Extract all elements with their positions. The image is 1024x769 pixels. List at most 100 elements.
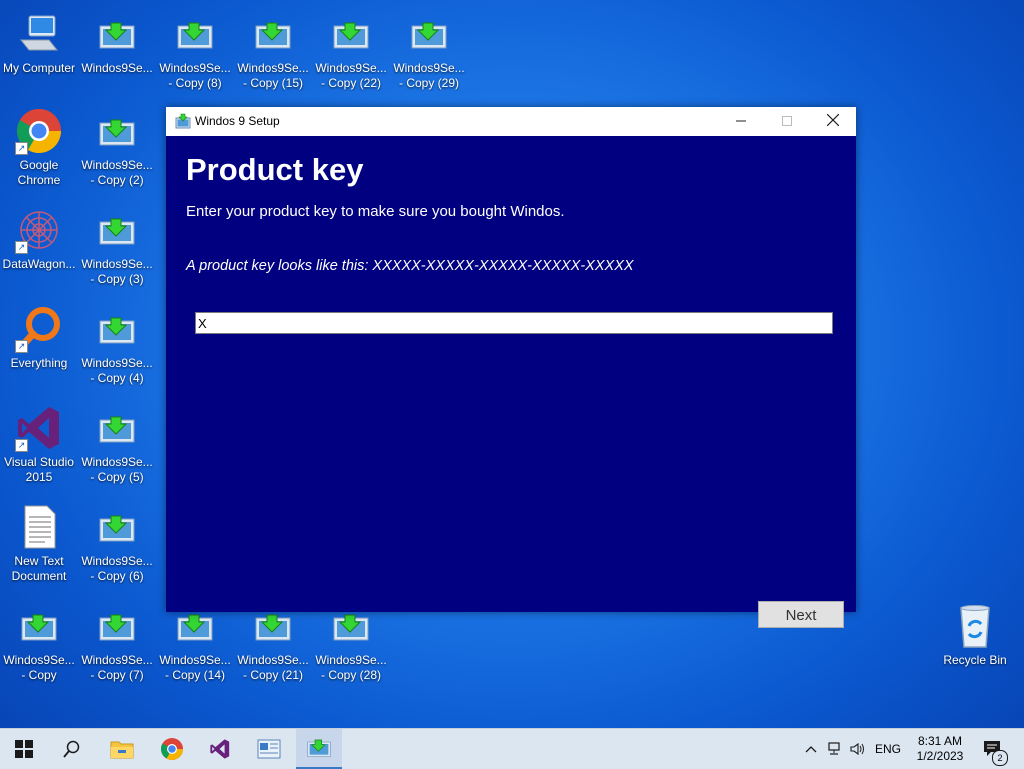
setup-icon xyxy=(93,206,141,254)
desktop-icon-windos9setup[interactable]: Windos9Se... xyxy=(79,10,155,76)
taskbar-file-explorer[interactable] xyxy=(100,729,144,769)
desktop-icon-visual-studio[interactable]: ↗ Visual Studio 2015 xyxy=(1,404,77,485)
desktop-icon-windos9setup-copy-5[interactable]: Windos9Se... - Copy (5) xyxy=(79,404,155,485)
desktop-icon-label: New Text Document xyxy=(11,554,67,583)
network-button[interactable] xyxy=(824,729,846,769)
everything-icon: ↗ xyxy=(15,305,63,353)
desktop-icon-windos9setup-copy[interactable]: Windos9Se... - Copy xyxy=(1,602,77,683)
product-key-hint: A product key looks like this: XXXXX-XXX… xyxy=(186,258,634,274)
window-titlebar[interactable]: Windos 9 Setup xyxy=(166,107,856,136)
taskbar-windos-setup[interactable] xyxy=(296,729,342,769)
start-button[interactable] xyxy=(2,729,46,769)
desktop-icon-label: Windos9Se... - Copy (15) xyxy=(237,61,309,90)
setup-icon xyxy=(93,602,141,650)
clock-date: 1/2/2023 xyxy=(916,749,964,763)
desktop-icon-windos9setup-copy-14[interactable]: Windos9Se... - Copy (14) xyxy=(157,602,233,683)
desktop-icon-windos9setup-copy-6[interactable]: Windos9Se... - Copy (6) xyxy=(79,503,155,584)
windows-logo-icon xyxy=(15,740,33,758)
setup-icon xyxy=(93,404,141,452)
input-language-indicator[interactable]: ENG xyxy=(871,729,905,769)
maximize-icon xyxy=(782,116,792,126)
volume-button[interactable] xyxy=(847,729,869,769)
chrome-icon xyxy=(161,738,183,760)
window-title: Windos 9 Setup xyxy=(195,114,280,128)
desktop-icon-windos9setup-copy-2[interactable]: Windos9Se... - Copy (2) xyxy=(79,107,155,188)
desktop-icon-label: Windos9Se... - Copy (6) xyxy=(81,554,153,583)
desktop-icon-windos9setup-copy-7[interactable]: Windos9Se... - Copy (7) xyxy=(79,602,155,683)
shortcut-arrow-icon: ↗ xyxy=(15,439,28,452)
recycle-bin-icon xyxy=(951,602,999,650)
desktop-icon-datawagon[interactable]: ↗ DataWagon... xyxy=(1,206,77,272)
desktop-icon-windos9setup-copy-3[interactable]: Windos9Se... - Copy (3) xyxy=(79,206,155,287)
next-button[interactable]: Next xyxy=(758,601,844,628)
clock[interactable]: 8:31 AM 1/2/2023 xyxy=(908,729,972,769)
notification-count-badge: 2 xyxy=(992,750,1008,766)
desktop-icon-windos9setup-copy-4[interactable]: Windos9Se... - Copy (4) xyxy=(79,305,155,386)
shortcut-arrow-icon: ↗ xyxy=(15,241,28,254)
shortcut-arrow-icon: ↗ xyxy=(15,142,28,155)
desktop-icon-windos9setup-copy-15[interactable]: Windos9Se... - Copy (15) xyxy=(235,10,311,91)
search-icon xyxy=(63,740,80,758)
desktop-icon-everything[interactable]: ↗ Everything xyxy=(1,305,77,371)
desktop-icon-my-computer[interactable]: My Computer xyxy=(1,10,77,76)
setup-icon xyxy=(171,10,219,58)
volume-icon xyxy=(850,742,864,756)
visual-studio-icon: ↗ xyxy=(15,404,63,452)
setup-icon xyxy=(307,739,331,757)
desktop-icon-recycle-bin[interactable]: Recycle Bin xyxy=(937,602,1013,668)
clock-time: 8:31 AM xyxy=(917,734,963,748)
desktop-icon-label: Windos9Se... - Copy (7) xyxy=(81,653,153,682)
taskbar-chrome[interactable] xyxy=(150,729,194,769)
minimize-button[interactable] xyxy=(718,107,764,136)
close-button[interactable] xyxy=(810,107,856,136)
taskbar-visual-studio[interactable] xyxy=(198,729,242,769)
text-document-icon xyxy=(15,503,63,551)
page-description: Enter your product key to make sure you … xyxy=(186,203,565,220)
notifications-button[interactable]: 2 xyxy=(978,729,1008,769)
setup-content: Product key Enter your product key to ma… xyxy=(166,136,856,628)
desktop-icon-label: Google Chrome xyxy=(17,158,61,187)
chevron-up-icon xyxy=(805,746,817,753)
maximize-button[interactable] xyxy=(764,107,810,136)
desktop-icon-label: Windos9Se... - Copy (4) xyxy=(81,356,153,385)
setup-icon xyxy=(249,10,297,58)
setup-app-icon xyxy=(175,113,191,129)
datawagon-icon: ↗ xyxy=(15,206,63,254)
desktop-icon-label: Windos9Se... - Copy (21) xyxy=(237,653,309,682)
desktop-icon-label: DataWagon... xyxy=(2,257,76,271)
desktop-icon-new-text-document[interactable]: New Text Document xyxy=(1,503,77,584)
setup-icon xyxy=(327,10,375,58)
desktop-icon-label: Windos9Se... - Copy (29) xyxy=(393,61,465,90)
show-hidden-icons-button[interactable] xyxy=(800,729,822,769)
desktop-icon-label: My Computer xyxy=(2,61,76,75)
desktop-icon-label: Windos9Se... - Copy (2) xyxy=(81,158,153,187)
setup-icon xyxy=(405,10,453,58)
close-icon xyxy=(826,113,840,127)
desktop-icon-label: Windos9Se... - Copy (8) xyxy=(159,61,231,90)
minimize-icon xyxy=(736,120,746,122)
desktop-icon-label: Windos9Se... - Copy (28) xyxy=(315,653,387,682)
desktop-icon-label: Windos9Se... - Copy (5) xyxy=(81,455,153,484)
desktop-icon-windos9setup-copy-29[interactable]: Windos9Se... - Copy (29) xyxy=(391,10,467,91)
desktop-icon-label: Windos9Se... - Copy (3) xyxy=(81,257,153,286)
desktop-icon-windos9setup-copy-28[interactable]: Windos9Se... - Copy (28) xyxy=(313,602,389,683)
desktop-icon-label: Windos9Se... - Copy (22) xyxy=(315,61,387,90)
setup-icon xyxy=(15,602,63,650)
setup-icon xyxy=(93,503,141,551)
desktop-icon-label: Visual Studio 2015 xyxy=(4,455,74,484)
search-button[interactable] xyxy=(50,729,94,769)
control-panel-icon xyxy=(257,739,281,759)
desktop-icon-windos9setup-copy-21[interactable]: Windos9Se... - Copy (21) xyxy=(235,602,311,683)
desktop-icon-windos9setup-copy-8[interactable]: Windos9Se... - Copy (8) xyxy=(157,10,233,91)
taskbar-control-panel[interactable] xyxy=(247,729,291,769)
setup-window: Windos 9 Setup Product key Enter your pr… xyxy=(166,107,856,628)
product-key-input[interactable] xyxy=(195,312,833,334)
desktop-icon-chrome[interactable]: ↗ Google Chrome xyxy=(1,107,77,188)
my-computer-icon xyxy=(15,10,63,58)
shortcut-arrow-icon: ↗ xyxy=(15,340,28,353)
desktop-icon-windos9setup-copy-22[interactable]: Windos9Se... - Copy (22) xyxy=(313,10,389,91)
desktop-icon-label: Everything xyxy=(10,356,68,370)
desktop-icon-label: Windos9Se... - Copy (14) xyxy=(159,653,231,682)
desktop-icon-label: Windos9Se... xyxy=(81,61,153,75)
setup-icon xyxy=(93,305,141,353)
